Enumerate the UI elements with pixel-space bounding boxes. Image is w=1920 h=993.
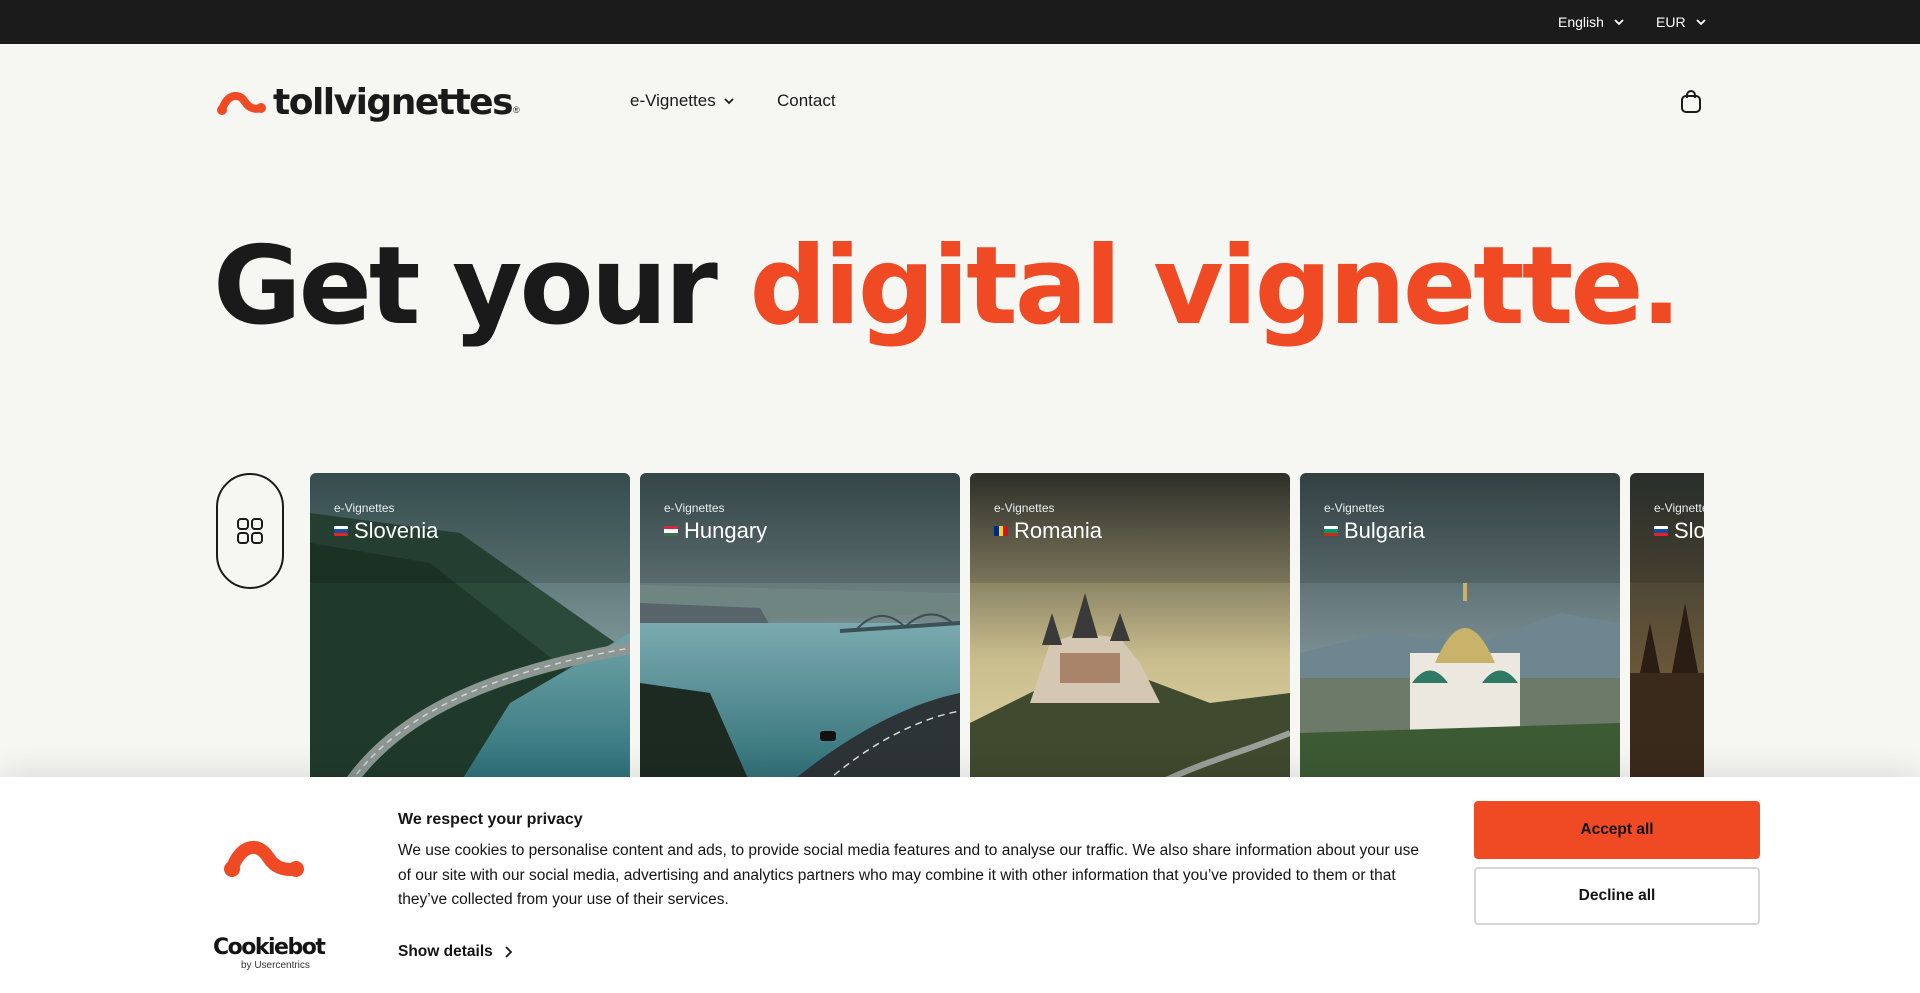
language-selector[interactable]: English (1558, 0, 1624, 44)
card-country-name: Slovakia (1674, 518, 1704, 543)
card-title: Romania (994, 518, 1102, 544)
card-country-name: Hungary (684, 518, 768, 543)
site-header: tollvignettes ® e-Vignettes Contact (0, 44, 1920, 159)
decline-all-button[interactable]: Decline all (1474, 867, 1760, 925)
chevron-right-icon (505, 946, 512, 958)
chevron-down-icon (724, 97, 734, 104)
country-card-bulgaria[interactable]: e-Vignettes Bulgaria (1300, 473, 1620, 783)
romania-flag-icon (994, 526, 1008, 536)
currency-label: EUR (1656, 14, 1686, 30)
country-card-slovakia[interactable]: e-Vignettes Slovakia (1630, 473, 1704, 783)
chevron-down-icon (1695, 18, 1706, 25)
logo-mark-icon (217, 91, 266, 115)
cookie-body-text: We use cookies to personalise content an… (398, 842, 1420, 908)
cookie-consent-banner: Cookiebot by Usercentrics We respect you… (0, 777, 1920, 993)
nav-contact[interactable]: Contact (777, 91, 836, 111)
hero-heading: Get your digital vignette. (213, 222, 1682, 352)
currency-selector[interactable]: EUR (1656, 0, 1706, 44)
top-utility-bar: English EUR (0, 0, 1920, 44)
slovakia-flag-icon (1654, 526, 1668, 536)
cart-icon[interactable] (1678, 88, 1704, 114)
nav-e-vignettes-label: e-Vignettes (630, 91, 716, 110)
accept-all-button[interactable]: Accept all (1474, 801, 1760, 859)
nav-contact-label: Contact (777, 91, 836, 110)
grid-icon (237, 518, 263, 544)
cookiebot-wordmark: Cookiebot (213, 935, 326, 960)
cookiebot-subtitle: by Usercentrics (241, 960, 310, 971)
cookiebot-logo[interactable]: Cookiebot by Usercentrics (213, 935, 326, 972)
site-logo[interactable]: tollvignettes ® (215, 81, 520, 123)
language-label: English (1558, 14, 1604, 30)
bulgaria-flag-icon (1324, 526, 1338, 536)
country-card-hungary[interactable]: e-Vignettes Hungary (640, 473, 960, 783)
hungary-flag-icon (664, 526, 678, 536)
country-card-romania[interactable]: e-Vignettes Romania (970, 473, 1290, 783)
card-title: Slovenia (334, 518, 438, 544)
hero-heading-accent: digital vignette. (749, 224, 1681, 349)
logo-wordmark: tollvignettes (273, 81, 514, 123)
logo-mark-icon (224, 840, 304, 877)
card-title: Hungary (664, 518, 767, 544)
logo-registered-mark: ® (513, 105, 520, 115)
country-card-slovenia[interactable]: e-Vignettes Slovenia (310, 473, 630, 783)
slovenia-flag-icon (334, 526, 348, 536)
hero-heading-plain: Get your (213, 224, 750, 349)
grid-view-button[interactable] (216, 473, 284, 589)
card-country-name: Bulgaria (1344, 518, 1425, 543)
card-title: Bulgaria (1324, 518, 1425, 544)
cookie-heading: We respect your privacy (398, 811, 583, 828)
nav-e-vignettes[interactable]: e-Vignettes (630, 91, 734, 111)
card-title: Slovakia (1654, 518, 1704, 544)
card-kicker: e-Vignettes (1654, 501, 1704, 515)
show-details-label: Show details (398, 943, 493, 960)
card-kicker: e-Vignettes (664, 501, 725, 515)
card-country-name: Slovenia (354, 518, 439, 543)
card-country-name: Romania (1014, 518, 1103, 543)
card-kicker: e-Vignettes (1324, 501, 1385, 515)
card-kicker: e-Vignettes (994, 501, 1055, 515)
card-kicker: e-Vignettes (334, 501, 395, 515)
country-cards-carousel: e-Vignettes Slovenia e-Vignettes Hungary… (310, 473, 1704, 783)
show-details-link[interactable]: Show details (398, 943, 512, 961)
chevron-down-icon (1614, 18, 1624, 25)
